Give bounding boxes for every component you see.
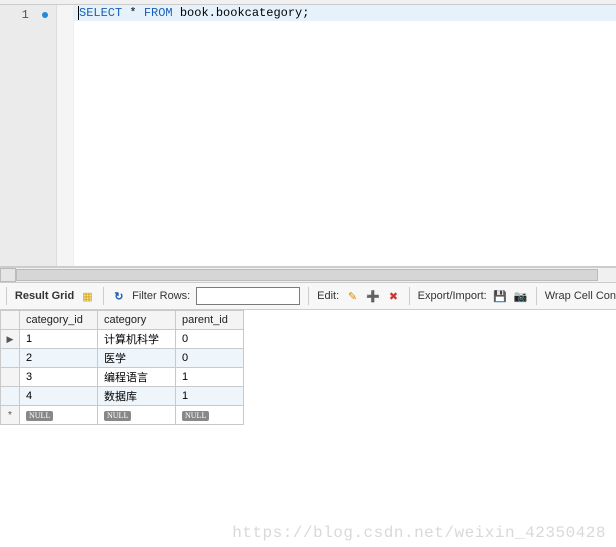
sql-keyword: SELECT xyxy=(79,6,122,20)
code-area[interactable]: SELECT * FROM book.bookcategory; xyxy=(74,5,616,266)
add-row-icon[interactable]: ➕ xyxy=(366,288,381,304)
table-header-row: category_id category parent_id xyxy=(1,311,244,330)
edit-row-icon[interactable]: ✎ xyxy=(345,288,360,304)
divider xyxy=(536,287,537,305)
cell-parent-id[interactable]: 1 xyxy=(176,387,244,406)
export-icon[interactable]: 💾 xyxy=(493,288,508,304)
cell-parent-id[interactable]: 1 xyxy=(176,368,244,387)
editor-horizontal-scrollbar[interactable] xyxy=(0,267,616,283)
import-icon[interactable]: 📷 xyxy=(513,288,528,304)
result-table[interactable]: category_id category parent_id ▶ 1 计算机科学… xyxy=(0,310,244,425)
current-row-pointer-icon: ▶ xyxy=(7,334,14,344)
sql-editor: 1 SELECT * FROM book.bookcategory; xyxy=(0,5,616,267)
cell-category-id[interactable]: 2 xyxy=(20,349,98,368)
cell-category[interactable]: 医学 xyxy=(98,349,176,368)
divider xyxy=(103,287,104,305)
row-handle-header xyxy=(1,311,20,330)
filter-rows-label: Filter Rows: xyxy=(132,290,190,302)
export-import-label: Export/Import: xyxy=(418,290,487,302)
cell-category-id[interactable]: 1 xyxy=(20,330,98,349)
sql-text: * xyxy=(122,6,144,20)
filter-rows-input[interactable] xyxy=(196,287,300,305)
line-number: 1 xyxy=(22,8,29,22)
breakpoint-dot-icon[interactable] xyxy=(42,12,48,18)
row-handle[interactable] xyxy=(1,387,20,406)
column-header-category[interactable]: category xyxy=(98,311,176,330)
cell-parent-id[interactable]: 0 xyxy=(176,330,244,349)
row-handle[interactable]: ▶ xyxy=(1,330,20,349)
result-grid: category_id category parent_id ▶ 1 计算机科学… xyxy=(0,310,616,425)
line-number-1: 1 xyxy=(0,7,56,23)
row-handle[interactable] xyxy=(1,349,20,368)
divider xyxy=(409,287,410,305)
table-row[interactable]: 3 编程语言 1 xyxy=(1,368,244,387)
cell-category[interactable]: 计算机科学 xyxy=(98,330,176,349)
row-handle[interactable] xyxy=(1,368,20,387)
divider xyxy=(308,287,309,305)
table-row[interactable]: ▶ 1 计算机科学 0 xyxy=(1,330,244,349)
watermark-text: https://blog.csdn.net/weixin_42350428 xyxy=(232,524,606,542)
cell-category-id[interactable]: 4 xyxy=(20,387,98,406)
sql-text: book.bookcategory; xyxy=(173,6,310,20)
column-header-category-id[interactable]: category_id xyxy=(20,311,98,330)
code-line-1[interactable]: SELECT * FROM book.bookcategory; xyxy=(74,5,616,21)
cell-parent-id[interactable]: 0 xyxy=(176,349,244,368)
line-gutter: 1 xyxy=(0,5,57,266)
sql-keyword: FROM xyxy=(144,6,173,20)
table-row[interactable]: 2 医学 0 xyxy=(1,349,244,368)
wrap-cell-label: Wrap Cell Con xyxy=(545,290,616,302)
cell-null[interactable]: NULL xyxy=(98,406,176,425)
cell-null[interactable]: NULL xyxy=(20,406,98,425)
refresh-icon[interactable]: ↻ xyxy=(112,288,127,304)
divider xyxy=(6,287,7,305)
cell-category-id[interactable]: 3 xyxy=(20,368,98,387)
column-header-parent-id[interactable]: parent_id xyxy=(176,311,244,330)
null-badge: NULL xyxy=(104,411,131,421)
cell-category[interactable]: 编程语言 xyxy=(98,368,176,387)
row-handle[interactable]: * xyxy=(1,406,20,425)
grid-icon[interactable]: ▦ xyxy=(80,288,95,304)
cell-category[interactable]: 数据库 xyxy=(98,387,176,406)
scroll-thumb[interactable] xyxy=(16,269,598,281)
null-badge: NULL xyxy=(26,411,53,421)
cell-null[interactable]: NULL xyxy=(176,406,244,425)
results-toolbar: Result Grid ▦ ↻ Filter Rows: Edit: ✎ ➕ ✖… xyxy=(0,283,616,310)
delete-row-icon[interactable]: ✖ xyxy=(386,288,401,304)
table-row-insert[interactable]: * NULL NULL NULL xyxy=(1,406,244,425)
result-grid-label: Result Grid xyxy=(15,290,74,302)
new-row-star-icon: * xyxy=(8,410,12,421)
scroll-left-arrow-icon[interactable] xyxy=(0,268,16,282)
fold-margin xyxy=(57,5,74,266)
table-row[interactable]: 4 数据库 1 xyxy=(1,387,244,406)
null-badge: NULL xyxy=(182,411,209,421)
edit-label: Edit: xyxy=(317,290,339,302)
results-area: category_id category parent_id ▶ 1 计算机科学… xyxy=(0,310,616,547)
